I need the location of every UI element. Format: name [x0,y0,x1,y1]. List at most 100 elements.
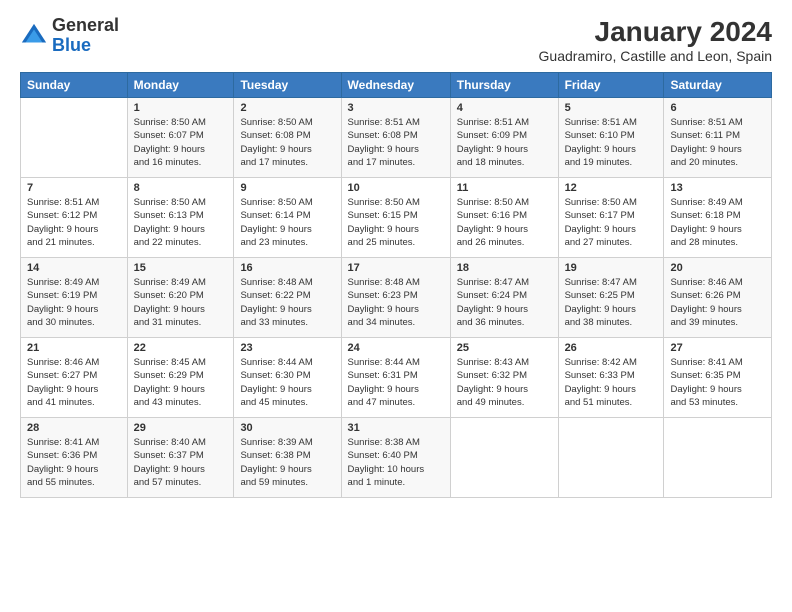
day-content-8: Sunrise: 8:50 AM Sunset: 6:13 PM Dayligh… [134,196,228,249]
col-wednesday: Wednesday [341,73,450,98]
day-content-10: Sunrise: 8:50 AM Sunset: 6:15 PM Dayligh… [348,196,444,249]
day-content-3: Sunrise: 8:51 AM Sunset: 6:08 PM Dayligh… [348,116,444,169]
col-sunday: Sunday [21,73,128,98]
day-content-15: Sunrise: 8:49 AM Sunset: 6:20 PM Dayligh… [134,276,228,329]
day-number-30: 30 [240,422,334,434]
day-number-28: 28 [27,422,121,434]
day-number-8: 8 [134,182,228,194]
day-content-12: Sunrise: 8:50 AM Sunset: 6:17 PM Dayligh… [565,196,658,249]
calendar-cell-w2-d7: 13 Sunrise: 8:49 AM Sunset: 6:18 PM Dayli… [664,178,772,258]
day-content-16: Sunrise: 8:48 AM Sunset: 6:22 PM Dayligh… [240,276,334,329]
day-number-2: 2 [240,102,334,114]
day-content-14: Sunrise: 8:49 AM Sunset: 6:19 PM Dayligh… [27,276,121,329]
subtitle: Guadramiro, Castille and Leon, Spain [539,48,772,64]
calendar-table: Sunday Monday Tuesday Wednesday Thursday… [20,72,772,498]
calendar-cell-w4-d7: 27 Sunrise: 8:41 AM Sunset: 6:35 PM Dayli… [664,338,772,418]
day-content-24: Sunrise: 8:44 AM Sunset: 6:31 PM Dayligh… [348,356,444,409]
calendar-cell-w3-d1: 14 Sunrise: 8:49 AM Sunset: 6:19 PM Dayli… [21,258,128,338]
calendar-cell-w2-d3: 9Sunrise: 8:50 AM Sunset: 6:14 PM Daylig… [234,178,341,258]
col-thursday: Thursday [450,73,558,98]
calendar-cell-w2-d4: 10Sunrise: 8:50 AM Sunset: 6:15 PM Dayli… [341,178,450,258]
calendar-cell-w5-d6 [558,418,664,498]
day-content-25: Sunrise: 8:43 AM Sunset: 6:32 PM Dayligh… [457,356,552,409]
calendar-cell-w1-d4: 3 Sunrise: 8:51 AM Sunset: 6:08 PM Daylig… [341,98,450,178]
day-number-5: 5 [565,102,658,114]
calendar-week-4: 21 Sunrise: 8:46 AM Sunset: 6:27 PM Dayli… [21,338,772,418]
day-number-31: 31 [348,422,444,434]
logo: General Blue [20,16,119,56]
day-number-13: 13 [670,182,765,194]
calendar-cell-w4-d2: 22Sunrise: 8:45 AM Sunset: 6:29 PM Dayli… [127,338,234,418]
day-content-2: Sunrise: 8:50 AM Sunset: 6:08 PM Dayligh… [240,116,334,169]
calendar-cell-w4-d3: 23 Sunrise: 8:44 AM Sunset: 6:30 PM Dayli… [234,338,341,418]
calendar-cell-w3-d3: 16 Sunrise: 8:48 AM Sunset: 6:22 PM Dayli… [234,258,341,338]
col-monday: Monday [127,73,234,98]
main-title: January 2024 [539,16,772,48]
calendar-cell-w4-d1: 21 Sunrise: 8:46 AM Sunset: 6:27 PM Dayli… [21,338,128,418]
logo-text: General Blue [52,16,119,56]
calendar-cell-w1-d7: 6 Sunrise: 8:51 AM Sunset: 6:11 PM Daylig… [664,98,772,178]
calendar-cell-w5-d7 [664,418,772,498]
day-number-27: 27 [670,342,765,354]
day-content-28: Sunrise: 8:41 AM Sunset: 6:36 PM Dayligh… [27,436,121,489]
day-number-17: 17 [348,262,444,274]
day-number-18: 18 [457,262,552,274]
day-number-23: 23 [240,342,334,354]
calendar-cell-w4-d5: 25 Sunrise: 8:43 AM Sunset: 6:32 PM Dayli… [450,338,558,418]
col-tuesday: Tuesday [234,73,341,98]
day-number-15: 15 [134,262,228,274]
title-block: January 2024 Guadramiro, Castille and Le… [539,16,772,64]
calendar-cell-w3-d4: 17Sunrise: 8:48 AM Sunset: 6:23 PM Dayli… [341,258,450,338]
calendar-cell-w1-d5: 4 Sunrise: 8:51 AM Sunset: 6:09 PM Daylig… [450,98,558,178]
day-number-21: 21 [27,342,121,354]
calendar-cell-w3-d5: 18Sunrise: 8:47 AM Sunset: 6:24 PM Dayli… [450,258,558,338]
calendar-cell-w2-d5: 11 Sunrise: 8:50 AM Sunset: 6:16 PM Dayli… [450,178,558,258]
day-content-20: Sunrise: 8:46 AM Sunset: 6:26 PM Dayligh… [670,276,765,329]
calendar-week-3: 14 Sunrise: 8:49 AM Sunset: 6:19 PM Dayli… [21,258,772,338]
header: General Blue January 2024 Guadramiro, Ca… [20,16,772,64]
logo-general-text: General [52,16,119,36]
day-number-14: 14 [27,262,121,274]
day-number-4: 4 [457,102,552,114]
calendar-cell-w3-d7: 20 Sunrise: 8:46 AM Sunset: 6:26 PM Dayli… [664,258,772,338]
day-number-24: 24 [348,342,444,354]
day-content-26: Sunrise: 8:42 AM Sunset: 6:33 PM Dayligh… [565,356,658,409]
day-number-19: 19 [565,262,658,274]
day-number-26: 26 [565,342,658,354]
page: General Blue January 2024 Guadramiro, Ca… [0,0,792,612]
day-content-6: Sunrise: 8:51 AM Sunset: 6:11 PM Dayligh… [670,116,765,169]
calendar-header-row: Sunday Monday Tuesday Wednesday Thursday… [21,73,772,98]
calendar-cell-w1-d1 [21,98,128,178]
day-content-19: Sunrise: 8:47 AM Sunset: 6:25 PM Dayligh… [565,276,658,329]
day-number-29: 29 [134,422,228,434]
day-number-1: 1 [134,102,228,114]
day-content-29: Sunrise: 8:40 AM Sunset: 6:37 PM Dayligh… [134,436,228,489]
col-friday: Friday [558,73,664,98]
day-number-25: 25 [457,342,552,354]
calendar-week-5: 28 Sunrise: 8:41 AM Sunset: 6:36 PM Dayli… [21,418,772,498]
day-number-11: 11 [457,182,552,194]
col-saturday: Saturday [664,73,772,98]
day-content-7: Sunrise: 8:51 AM Sunset: 6:12 PM Dayligh… [27,196,121,249]
calendar-cell-w3-d2: 15 Sunrise: 8:49 AM Sunset: 6:20 PM Dayli… [127,258,234,338]
calendar-week-1: 1Sunrise: 8:50 AM Sunset: 6:07 PM Daylig… [21,98,772,178]
day-number-3: 3 [348,102,444,114]
calendar-cell-w3-d6: 19 Sunrise: 8:47 AM Sunset: 6:25 PM Dayli… [558,258,664,338]
day-content-11: Sunrise: 8:50 AM Sunset: 6:16 PM Dayligh… [457,196,552,249]
day-number-6: 6 [670,102,765,114]
day-number-16: 16 [240,262,334,274]
calendar-week-2: 7Sunrise: 8:51 AM Sunset: 6:12 PM Daylig… [21,178,772,258]
day-content-13: Sunrise: 8:49 AM Sunset: 6:18 PM Dayligh… [670,196,765,249]
calendar-cell-w4-d4: 24 Sunrise: 8:44 AM Sunset: 6:31 PM Dayli… [341,338,450,418]
day-content-22: Sunrise: 8:45 AM Sunset: 6:29 PM Dayligh… [134,356,228,409]
day-content-23: Sunrise: 8:44 AM Sunset: 6:30 PM Dayligh… [240,356,334,409]
logo-icon [20,22,48,50]
day-content-21: Sunrise: 8:46 AM Sunset: 6:27 PM Dayligh… [27,356,121,409]
day-content-27: Sunrise: 8:41 AM Sunset: 6:35 PM Dayligh… [670,356,765,409]
day-number-20: 20 [670,262,765,274]
day-content-4: Sunrise: 8:51 AM Sunset: 6:09 PM Dayligh… [457,116,552,169]
calendar-cell-w5-d1: 28 Sunrise: 8:41 AM Sunset: 6:36 PM Dayli… [21,418,128,498]
day-content-31: Sunrise: 8:38 AM Sunset: 6:40 PM Dayligh… [348,436,444,489]
calendar-cell-w1-d2: 1Sunrise: 8:50 AM Sunset: 6:07 PM Daylig… [127,98,234,178]
calendar-cell-w5-d2: 29 Sunrise: 8:40 AM Sunset: 6:37 PM Dayli… [127,418,234,498]
